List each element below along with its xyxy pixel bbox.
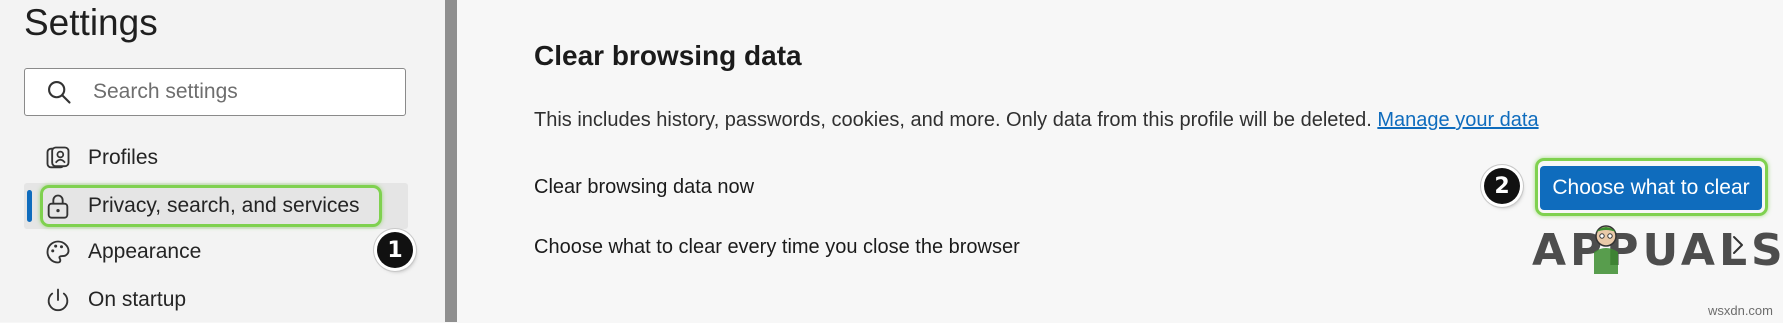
sidebar-item-startup[interactable]: On startup	[24, 277, 408, 323]
sidebar-item-label: Profiles	[88, 146, 159, 169]
clear-on-close-label[interactable]: Choose what to clear every time you clos…	[534, 236, 1020, 259]
search-icon	[48, 81, 71, 104]
sidebar-item-appearance[interactable]: Appearance	[24, 229, 408, 275]
step-callout-1: 1	[377, 232, 413, 268]
chevron-right-icon[interactable]	[1730, 234, 1746, 256]
sidebar-item-label: On startup	[88, 288, 187, 311]
mascot-icon	[1594, 225, 1618, 274]
site-watermark: wsxdn.com	[1707, 303, 1773, 318]
settings-sidebar: Settings Search settings Profiles Privac…	[0, 0, 445, 322]
step-callout-2: 2	[1484, 168, 1520, 204]
highlight-box-privacy	[40, 185, 382, 227]
palette-icon	[46, 240, 70, 264]
search-placeholder: Search settings	[93, 80, 238, 103]
description-text: This includes history, passwords, cookie…	[534, 109, 1372, 131]
section-title: Clear browsing data	[534, 40, 802, 71]
manage-data-link[interactable]: Manage your data	[1377, 109, 1538, 131]
clear-now-label: Clear browsing data now	[534, 176, 755, 198]
section-description: This includes history, passwords, cookie…	[534, 109, 1539, 132]
power-icon	[47, 288, 69, 312]
pane-divider	[445, 0, 457, 322]
sidebar-item-profiles[interactable]: Profiles	[24, 135, 408, 181]
sidebar-item-label: Appearance	[88, 240, 202, 263]
profiles-icon	[46, 146, 70, 169]
choose-what-to-clear-button[interactable]: Choose what to clear	[1540, 166, 1762, 210]
search-input[interactable]: Search settings	[24, 68, 406, 116]
page-title: Settings	[24, 2, 158, 43]
selection-indicator	[27, 190, 32, 222]
